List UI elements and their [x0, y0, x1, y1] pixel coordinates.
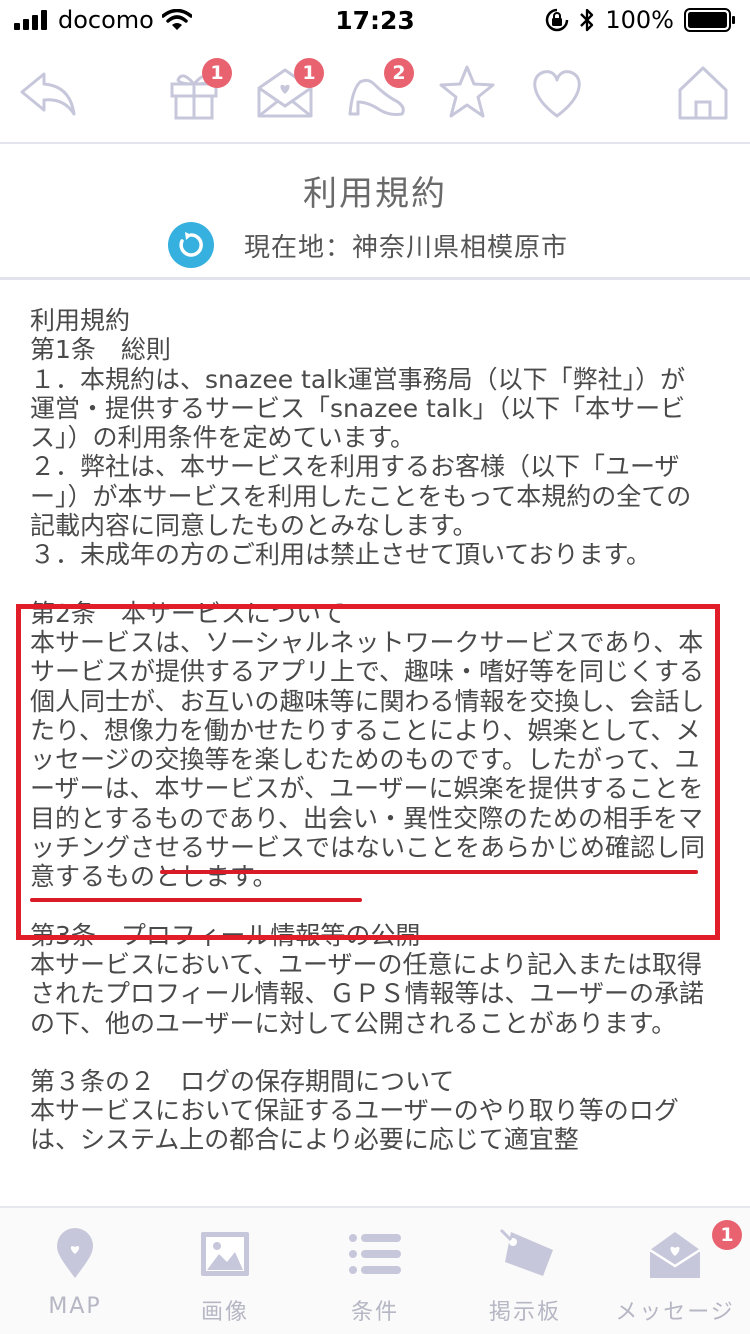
tab-bar: MAP 画像 条件 掲示板 1 メッセージ — [0, 1206, 750, 1334]
tab-messages[interactable]: 1 メッセージ — [600, 1208, 750, 1334]
location-row: 現在地：神奈川県相模原市 — [168, 222, 568, 268]
gift-badge: 1 — [202, 58, 232, 88]
refresh-location-button[interactable] — [168, 222, 214, 268]
status-bar: docomo 17:23 100% — [0, 0, 750, 40]
tag-icon — [499, 1228, 553, 1276]
like-button[interactable] — [526, 62, 588, 124]
refresh-icon — [179, 232, 203, 257]
article-3-2: 第３条の２ ログの保存期間について 本サービスにおいて保証するユーザーのやり取り… — [30, 1066, 679, 1155]
page-title: 利用規約 — [303, 174, 447, 214]
tab-images[interactable]: 画像 — [150, 1208, 300, 1334]
title-area: 利用規約 現在地：神奈川県相模原市 — [0, 146, 750, 280]
heart-icon — [533, 70, 581, 118]
battery-icon — [684, 8, 735, 32]
back-button[interactable] — [18, 62, 80, 124]
tab-label: MAP — [48, 1294, 102, 1319]
heel-button[interactable]: 2 — [346, 58, 414, 124]
terms-content[interactable]: 利用規約 第1条 総則 １．本規約は、snazee talk運営事務局（以下「弊… — [0, 284, 750, 1204]
rotation-lock-icon — [546, 8, 569, 32]
mail-button[interactable]: 1 — [254, 58, 324, 124]
mail-badge: 1 — [294, 58, 324, 88]
image-icon — [201, 1232, 249, 1276]
status-right: 100% — [545, 6, 736, 34]
tab-board[interactable]: 掲示板 — [450, 1208, 600, 1334]
article-1: 利用規約 第1条 総則 １．本規約は、snazee talk運営事務局（以下「弊… — [30, 306, 692, 570]
messages-badge: 1 — [712, 1220, 742, 1250]
home-icon — [678, 66, 728, 120]
tab-label: 条件 — [350, 1300, 399, 1325]
tab-label: 掲示板 — [488, 1300, 561, 1325]
tab-conditions[interactable]: 条件 — [300, 1208, 450, 1334]
heel-badge: 2 — [384, 58, 414, 88]
tab-map[interactable]: MAP — [0, 1208, 150, 1334]
mail-icon — [649, 1232, 701, 1278]
article-2: 第2条 本サービスについて 本サービスは、ソーシャルネットワークサービスであり、… — [30, 598, 706, 892]
gift-button[interactable]: 1 — [164, 58, 232, 124]
article-3: 第3条 プロフィール情報等の公開 本サービスにおいて、ユーザーの任意により記入ま… — [30, 920, 705, 1038]
favorite-button[interactable] — [436, 62, 498, 124]
battery-percent: 100% — [605, 6, 674, 34]
back-arrow-icon — [20, 72, 76, 116]
underline-annotation — [160, 870, 698, 874]
top-nav: 1 1 2 — [0, 40, 750, 144]
bluetooth-icon — [580, 8, 594, 32]
home-button[interactable] — [672, 62, 734, 124]
star-icon — [439, 65, 495, 118]
tab-label: 画像 — [200, 1300, 249, 1325]
list-icon — [349, 1234, 401, 1274]
terms-text: 利用規約 第1条 総則 １．本規約は、snazee talk運営事務局（以下「弊… — [30, 306, 710, 1155]
tab-label: メッセージ — [615, 1300, 735, 1325]
current-location: 現在地：神奈川県相模原市 — [244, 232, 569, 263]
map-pin-icon — [57, 1228, 93, 1278]
underline-annotation — [30, 898, 362, 902]
